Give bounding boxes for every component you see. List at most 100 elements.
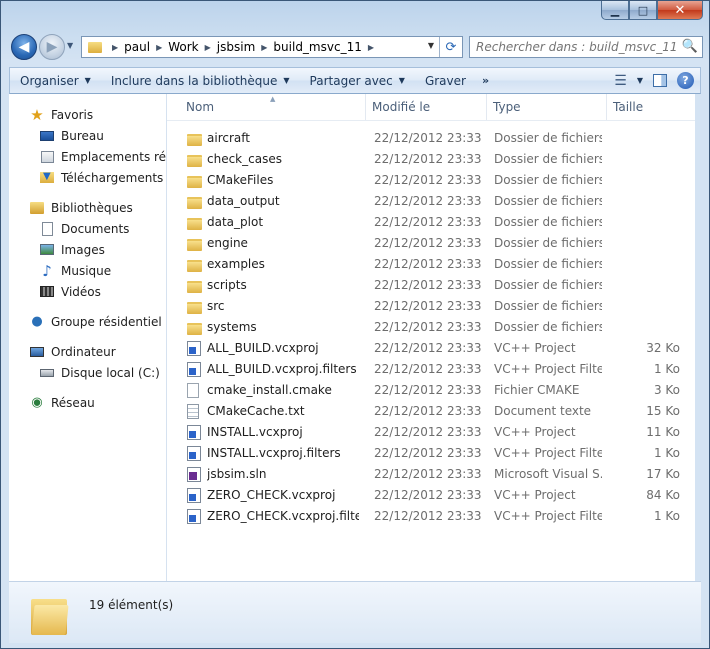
search-icon[interactable]: 🔍 <box>682 39 698 54</box>
nav-item-desktop[interactable]: Bureau <box>9 125 166 146</box>
column-name[interactable]: Nom <box>180 94 366 120</box>
maximize-button[interactable]: □ <box>629 1 657 20</box>
file-modified: 22/12/2012 23:33 <box>374 257 482 271</box>
search-box[interactable]: 🔍 <box>469 36 703 58</box>
nav-item-videos[interactable]: Vidéos <box>9 281 166 302</box>
search-input[interactable] <box>470 39 678 55</box>
file-type: Dossier de fichiers <box>494 131 602 145</box>
file-type: VC++ Project Filte... <box>494 509 602 523</box>
close-button[interactable]: ✕ <box>657 1 703 20</box>
nav-group-favorites: ★ Favoris Bureau Emplacements récents Tél… <box>9 104 166 188</box>
nav-item-favorites[interactable]: ★ Favoris <box>9 104 166 125</box>
preview-pane-icon[interactable] <box>653 74 667 87</box>
organize-button[interactable]: Organiser ▼ <box>10 68 101 93</box>
column-modified[interactable]: Modifié le <box>366 94 487 120</box>
file-row[interactable]: CMakeFiles 22/12/2012 23:33 Dossier de fic… <box>167 170 695 191</box>
file-row[interactable]: aircraft 22/12/2012 23:33 Dossier de fichi… <box>167 128 695 149</box>
file-modified: 22/12/2012 23:33 <box>374 215 482 229</box>
folder-icon <box>88 41 102 53</box>
breadcrumb-separator-icon[interactable]: ▶ <box>205 43 211 52</box>
file-size: 15 Ko <box>646 404 680 418</box>
file-row[interactable]: systems 22/12/2012 23:33 Dossier de fichie… <box>167 317 695 338</box>
nav-item-downloads[interactable]: Téléchargements <box>9 167 166 188</box>
file-name: data_plot <box>207 215 264 229</box>
file-type: VC++ Project Filte... <box>494 446 602 460</box>
share-button[interactable]: Partager avec ▼ <box>300 68 415 93</box>
nav-item-computer[interactable]: Ordinateur <box>9 341 166 362</box>
command-bar: Organiser ▼ Inclure dans la bibliothèque ▼… <box>9 67 701 94</box>
file-size <box>612 128 680 149</box>
file-modified: 22/12/2012 23:33 <box>374 299 482 313</box>
breadcrumb-jsbsim[interactable]: jsbsim <box>217 40 255 54</box>
views-dropdown-icon[interactable]: ▼ <box>637 76 643 85</box>
address-bar[interactable]: ▶ paul ▶ Work ▶ jsbsim ▶ build_msvc_11 ▶… <box>81 36 463 58</box>
nav-item-libraries[interactable]: Bibliothèques <box>9 197 166 218</box>
refresh-button[interactable]: ⟳ <box>439 37 462 57</box>
address-dropdown-icon[interactable]: ▼ <box>428 41 434 50</box>
breadcrumb-separator-icon[interactable]: ▶ <box>368 43 374 52</box>
minimize-button[interactable]: ▁ <box>601 1 629 20</box>
file-row[interactable]: engine 22/12/2012 23:33 Dossier de fichier… <box>167 233 695 254</box>
file-type: Dossier de fichiers <box>494 299 602 313</box>
nav-item-label: Musique <box>61 263 112 278</box>
desktop-icon <box>40 130 54 141</box>
file-row[interactable]: ZERO_CHECK.vcxproj 22/12/2012 23:33 VC++ P… <box>167 485 695 506</box>
file-type: Dossier de fichiers <box>494 236 602 250</box>
breadcrumb-separator-icon[interactable]: ▶ <box>112 43 118 52</box>
file-size: 17 Ko <box>646 467 680 481</box>
burn-label: Graver <box>424 73 466 88</box>
file-size: 1 Ko <box>653 509 680 523</box>
file-row[interactable]: cmake_install.cmake 22/12/2012 23:33 Fichi… <box>167 380 695 401</box>
file-row[interactable]: check_cases 22/12/2012 23:33 Dossier de fi… <box>167 149 695 170</box>
column-size[interactable]: Taille <box>607 94 687 120</box>
file-row[interactable]: ALL_BUILD.vcxproj 22/12/2012 23:33 VC++ Pr… <box>167 338 695 359</box>
file-row[interactable]: jsbsim.sln 22/12/2012 23:33 Microsoft Visu… <box>167 464 695 485</box>
file-modified: 22/12/2012 23:33 <box>374 362 482 376</box>
downloads-icon <box>40 171 54 183</box>
libraries-icon <box>30 201 44 214</box>
nav-item-recent-places[interactable]: Emplacements récents <box>9 146 166 167</box>
nav-item-local-disk[interactable]: Disque local (C:) <box>9 362 166 383</box>
file-row[interactable]: ZERO_CHECK.vcxproj.filters 22/12/2012 23:… <box>167 506 695 527</box>
file-name: INSTALL.vcxproj.filters <box>207 446 341 460</box>
chevron-down-icon: ▼ <box>398 76 405 85</box>
file-row[interactable]: INSTALL.vcxproj 22/12/2012 23:33 VC++ Proj… <box>167 422 695 443</box>
more-commands-button[interactable]: » <box>476 68 495 93</box>
history-dropdown-icon[interactable]: ▼ <box>67 41 73 50</box>
file-type: Dossier de fichiers <box>494 215 602 229</box>
nav-group-homegroup: ● Groupe résidentiel <box>9 311 166 332</box>
file-modified: 22/12/2012 23:33 <box>374 446 482 460</box>
change-view-icon[interactable]: ☰ <box>614 73 627 89</box>
nav-item-images[interactable]: Images <box>9 239 166 260</box>
breadcrumb-build-msvc-11[interactable]: build_msvc_11 <box>273 40 361 54</box>
column-type[interactable]: Type <box>487 94 607 120</box>
burn-button[interactable]: Graver <box>415 68 476 93</box>
nav-item-homegroup[interactable]: ● Groupe résidentiel <box>9 311 166 332</box>
file-row[interactable]: data_plot 22/12/2012 23:33 Dossier de fich… <box>167 212 695 233</box>
file-size: 11 Ko <box>646 425 680 439</box>
file-row[interactable]: INSTALL.vcxproj.filters 22/12/2012 23:33 V… <box>167 443 695 464</box>
nav-item-label: Favoris <box>51 107 94 122</box>
back-button[interactable]: ◀ <box>11 34 37 60</box>
include-library-button[interactable]: Inclure dans la bibliothèque ▼ <box>101 68 300 93</box>
arrow-right-icon: ▶ <box>46 39 58 55</box>
nav-group-libraries: Bibliothèques Documents Images ♪ Musique … <box>9 197 166 302</box>
nav-item-documents[interactable]: Documents <box>9 218 166 239</box>
file-name: ALL_BUILD.vcxproj.filters <box>207 362 357 376</box>
file-row[interactable]: examples 22/12/2012 23:33 Dossier de fichi… <box>167 254 695 275</box>
file-row[interactable]: ALL_BUILD.vcxproj.filters 22/12/2012 23:3… <box>167 359 695 380</box>
breadcrumb-separator-icon[interactable]: ▶ <box>156 43 162 52</box>
forward-button[interactable]: ▶ <box>39 34 65 60</box>
breadcrumb-work[interactable]: Work <box>168 40 198 54</box>
file-type: Dossier de fichiers <box>494 320 602 334</box>
breadcrumb-separator-icon[interactable]: ▶ <box>261 43 267 52</box>
nav-item-music[interactable]: ♪ Musique <box>9 260 166 281</box>
file-row[interactable]: data_output 22/12/2012 23:33 Dossier de fi… <box>167 191 695 212</box>
nav-item-network[interactable]: ◉ Réseau <box>9 392 166 413</box>
file-row[interactable]: CMakeCache.txt 22/12/2012 23:33 Document t… <box>167 401 695 422</box>
help-icon[interactable]: ? <box>677 72 694 89</box>
nav-item-label: Disque local (C:) <box>61 365 160 380</box>
file-row[interactable]: scripts 22/12/2012 23:33 Dossier de fichie… <box>167 275 695 296</box>
file-row[interactable]: src 22/12/2012 23:33 Dossier de fichiers <box>167 296 695 317</box>
breadcrumb-paul[interactable]: paul <box>124 40 150 54</box>
